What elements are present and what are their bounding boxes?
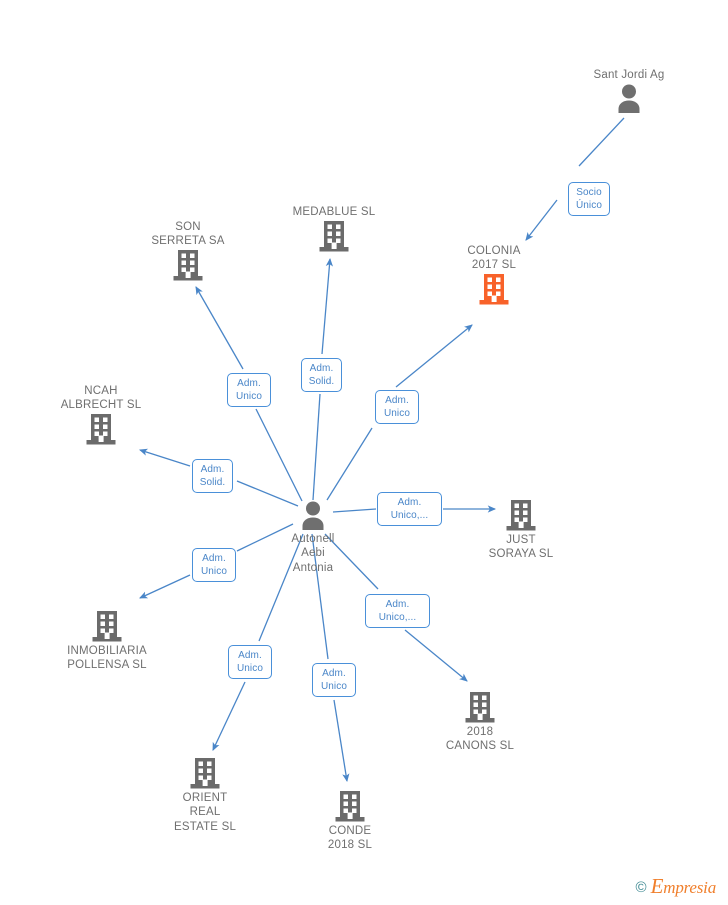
node-colonia-2017-sl[interactable]: COLONIA 2017 SL bbox=[424, 244, 564, 306]
edge-label-edge-autonell-just-soraya[interactable]: Adm. Unico,... bbox=[377, 492, 442, 526]
node-label: Autonell Aebi Antonia bbox=[291, 532, 335, 574]
edge-layer bbox=[139, 117, 625, 783]
building-icon bbox=[451, 499, 591, 532]
edge-sant-jordi-colonia bbox=[525, 117, 625, 241]
node-sant-jordi-ag[interactable]: Sant Jordi Ag bbox=[559, 68, 699, 114]
brand-rest: mpresia bbox=[663, 878, 716, 897]
edge-label-edge-autonell-canons-2018[interactable]: Adm. Unico,... bbox=[365, 594, 430, 628]
edge-label-edge-autonell-colonia[interactable]: Adm. Unico bbox=[375, 390, 419, 424]
copyright-icon: © bbox=[635, 878, 647, 896]
edge-line bbox=[195, 286, 244, 370]
edge-line bbox=[139, 574, 191, 599]
node-conde-2018-sl[interactable]: CONDE 2018 SL bbox=[280, 790, 420, 853]
edge-line bbox=[578, 117, 625, 167]
edge-label-edge-autonell-son-serreta[interactable]: Adm. Unico bbox=[227, 373, 271, 407]
brand-name: Empresia bbox=[650, 874, 717, 898]
empresia-watermark: © Empresia bbox=[635, 874, 717, 898]
edge-label-edge-autonell-orient-real-estate[interactable]: Adm. Unico bbox=[228, 645, 272, 679]
node-label: INMOBILIARIA POLLENSA SL bbox=[67, 644, 147, 672]
node-medablue-sl[interactable]: MEDABLUE SL bbox=[264, 205, 404, 253]
node-inmobiliaria-pollensa-sl[interactable]: INMOBILIARIA POLLENSA SL bbox=[37, 610, 177, 673]
node-canons-2018-sl[interactable]: 2018 CANONS SL bbox=[410, 691, 550, 754]
edge-line bbox=[326, 427, 373, 501]
building-icon bbox=[31, 413, 171, 446]
node-label: MEDABLUE SL bbox=[292, 206, 376, 218]
building-icon bbox=[280, 790, 420, 823]
building-icon bbox=[410, 691, 550, 724]
node-label: JUST SORAYA SL bbox=[488, 533, 554, 561]
edge-line bbox=[139, 448, 191, 467]
node-label: SON SERRETA SA bbox=[151, 220, 225, 248]
edge-line bbox=[255, 408, 303, 502]
edge-line bbox=[333, 699, 350, 783]
node-just-soraya-sl[interactable]: JUST SORAYA SL bbox=[451, 499, 591, 562]
network-diagram-canvas: Sant Jordi Ag COLONIA 2017 SL SON SERRETA … bbox=[0, 0, 728, 905]
edge-label-edge-autonell-medablue[interactable]: Adm. Solid. bbox=[301, 358, 342, 392]
building-icon bbox=[118, 249, 258, 282]
edge-label-edge-autonell-inmobiliaria-pollensa[interactable]: Adm. Unico bbox=[192, 548, 236, 582]
node-orient-real-estate-sl[interactable]: ORIENT REAL ESTATE SL bbox=[135, 757, 275, 835]
edge-line bbox=[404, 629, 468, 682]
person-icon bbox=[243, 500, 383, 531]
brand-initial: E bbox=[650, 874, 664, 898]
building-icon bbox=[135, 757, 275, 790]
node-label: ORIENT REAL ESTATE SL bbox=[173, 791, 237, 833]
building-icon bbox=[264, 220, 404, 253]
node-label: Sant Jordi Ag bbox=[593, 69, 665, 81]
node-label: CONDE 2018 SL bbox=[327, 824, 373, 852]
edge-line bbox=[395, 324, 473, 388]
building-icon-highlighted bbox=[424, 273, 564, 306]
edge-line bbox=[212, 681, 246, 751]
node-son-serreta-sa[interactable]: SON SERRETA SA bbox=[118, 220, 258, 282]
node-label: COLONIA 2017 SL bbox=[467, 244, 521, 272]
edge-line bbox=[525, 199, 558, 241]
node-label: 2018 CANONS SL bbox=[445, 725, 515, 753]
node-ncah-albrecht-sl[interactable]: NCAH ALBRECHT SL bbox=[31, 384, 171, 446]
node-autonell-aebi-antonia[interactable]: Autonell Aebi Antonia bbox=[243, 500, 383, 576]
edge-label-edge-autonell-ncah-albrecht[interactable]: Adm. Solid. bbox=[192, 459, 233, 493]
building-icon bbox=[37, 610, 177, 643]
edge-line bbox=[321, 257, 334, 355]
edge-line bbox=[312, 393, 321, 501]
node-label: NCAH ALBRECHT SL bbox=[60, 384, 142, 412]
person-icon bbox=[559, 83, 699, 114]
edge-label-edge-sant-jordi-colonia[interactable]: Socio Único bbox=[568, 182, 610, 216]
edge-label-edge-autonell-conde-2018[interactable]: Adm. Unico bbox=[312, 663, 356, 697]
